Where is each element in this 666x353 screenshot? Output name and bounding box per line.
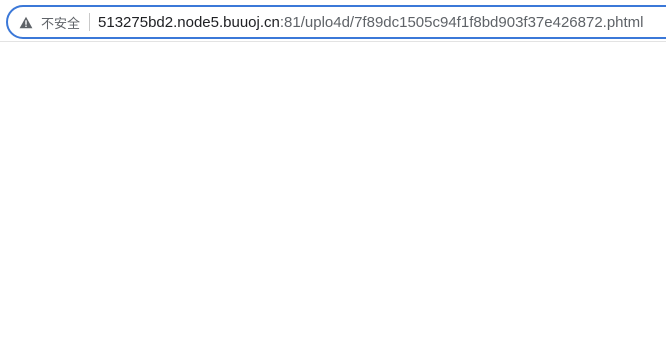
url-host: 513275bd2.node5.buuoj.cn (98, 13, 280, 31)
address-bar[interactable]: 不安全 513275bd2.node5.buuoj.cn:81/uplo4d/7… (6, 5, 666, 39)
address-bar-divider (89, 13, 91, 31)
site-security-chip[interactable]: 不安全 (18, 7, 80, 37)
browser-toolbar: 不安全 513275bd2.node5.buuoj.cn:81/uplo4d/7… (0, 0, 666, 42)
page-content-area (0, 43, 666, 353)
url-path: :81/uplo4d/7f89dc1505c94f1f8bd903f37e426… (279, 13, 644, 31)
url-text[interactable]: 513275bd2.node5.buuoj.cn:81/uplo4d/7f89d… (98, 14, 644, 31)
security-status-label: 不安全 (41, 16, 81, 32)
warning-triangle-icon (18, 14, 34, 30)
